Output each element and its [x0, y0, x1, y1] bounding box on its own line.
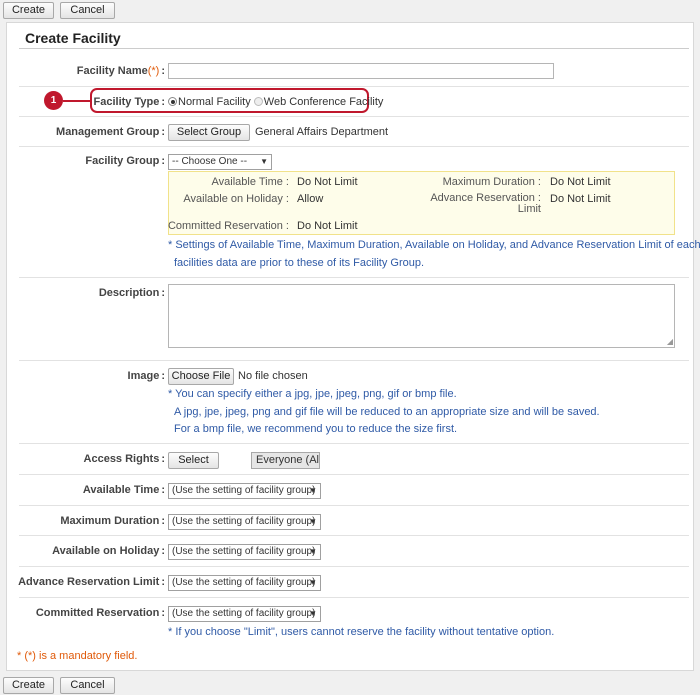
info-available-time-label: Available Time :	[211, 176, 289, 188]
required-mark: (*)	[147, 65, 160, 77]
info-advance-reservation-value: Do Not Limit	[550, 193, 611, 205]
management-group-label: Management Group:	[56, 126, 165, 138]
image-note-line2: A jpg, jpe, jpeg, png and gif file will …	[174, 406, 600, 418]
mandatory-field-note: * (*) is a mandatory field.	[17, 650, 138, 662]
info-committed-reservation-label: Committed Reservation :	[167, 220, 289, 232]
committed-reservation-note: * If you choose "Limit", users cannot re…	[168, 626, 555, 638]
select-group-button[interactable]: Select Group	[168, 124, 250, 141]
facility-group-note-line1: * Settings of Available Time, Maximum Du…	[168, 239, 700, 251]
choose-file-button[interactable]: Choose File	[168, 368, 234, 385]
available-time-label: Available Time:	[82, 484, 165, 496]
web-conference-facility-label[interactable]: Web Conference Facility	[264, 96, 384, 108]
page-title: Create Facility	[25, 30, 121, 46]
available-on-holiday-label: Available on Holiday:	[52, 545, 165, 557]
description-label: Description:	[98, 287, 165, 299]
title-divider	[19, 48, 689, 49]
facility-name-label: Facility Name(*):	[76, 65, 165, 77]
info-maximum-duration-label: Maximum Duration :	[442, 176, 541, 188]
image-label: Image:	[127, 370, 165, 382]
callout-line	[63, 100, 90, 102]
row-divider	[19, 360, 689, 361]
row-divider	[19, 505, 689, 506]
file-status: No file chosen	[238, 370, 308, 382]
info-available-on-holiday-value: Allow	[297, 193, 324, 205]
dropdown-arrow-icon: ▼	[260, 157, 268, 166]
dropdown-arrow-icon: ▼	[309, 578, 317, 587]
create-button-top[interactable]: Create	[3, 2, 54, 19]
facility-type-options: Normal Facility Web Conference Facility	[168, 96, 383, 108]
committed-reservation-label: Committed Reservation:	[35, 607, 165, 619]
image-note-line1: * You can specify either a jpg, jpe, jpe…	[168, 388, 457, 400]
dropdown-arrow-icon: ▼	[309, 547, 317, 556]
available-on-holiday-select[interactable]: (Use the setting of facility group) ▼	[168, 544, 321, 560]
cancel-button-bottom[interactable]: Cancel	[60, 677, 115, 694]
management-group-value: General Affairs Department	[255, 126, 389, 138]
cancel-button-top[interactable]: Cancel	[60, 2, 115, 19]
available-time-select[interactable]: (Use the setting of facility group) ▼	[168, 483, 321, 499]
dropdown-arrow-icon: ▼	[309, 609, 317, 618]
facility-group-note-line2: facilities data are prior to these of it…	[174, 257, 425, 269]
callout-marker: 1	[44, 91, 63, 110]
advance-reservation-limit-select[interactable]: (Use the setting of facility group) ▼	[168, 575, 321, 591]
description-textarea[interactable]: ◢	[168, 284, 675, 348]
row-divider	[19, 86, 689, 87]
info-maximum-duration-value: Do Not Limit	[550, 176, 611, 188]
dropdown-arrow-icon: ▼	[309, 486, 317, 495]
create-button-bottom[interactable]: Create	[3, 677, 54, 694]
access-rights-label: Access Rights:	[83, 453, 165, 465]
dropdown-arrow-icon: ▼	[309, 517, 317, 526]
maximum-duration-label: Maximum Duration:	[60, 515, 165, 527]
facility-group-select[interactable]: -- Choose One -- ▼	[168, 154, 272, 170]
row-divider	[19, 116, 689, 117]
image-note-line3: For a bmp file, we recommend you to redu…	[174, 423, 458, 435]
create-facility-panel: Create Facility Facility Name(*): 1 Faci…	[6, 22, 700, 671]
select-access-button[interactable]: Select	[168, 452, 219, 469]
row-divider	[19, 535, 689, 536]
row-divider	[19, 146, 689, 147]
row-divider	[19, 566, 689, 567]
row-divider	[19, 443, 689, 444]
facility-group-info-box: Available Time : Do Not Limit Maximum Du…	[168, 171, 675, 235]
info-advance-reservation-label: Advance Reservation : Limit	[430, 192, 541, 215]
radio-web-conference-facility[interactable]	[253, 97, 263, 106]
normal-facility-label[interactable]: Normal Facility	[178, 96, 251, 108]
maximum-duration-select[interactable]: (Use the setting of facility group) ▼	[168, 514, 321, 530]
facility-name-input[interactable]	[168, 63, 554, 79]
row-divider	[19, 597, 689, 598]
info-committed-reservation-value: Do Not Limit	[297, 220, 358, 232]
access-rights-value: Everyone (All Us...	[251, 452, 320, 469]
row-divider	[19, 474, 689, 475]
info-available-on-holiday-label: Available on Holiday :	[183, 193, 289, 205]
facility-group-label: Facility Group:	[85, 155, 165, 167]
facility-type-label: Facility Type:	[93, 96, 166, 108]
info-available-time-value: Do Not Limit	[297, 176, 358, 188]
radio-normal-facility[interactable]	[168, 97, 177, 106]
committed-reservation-select[interactable]: (Use the setting of facility group) ▼	[168, 606, 321, 622]
resize-handle-icon[interactable]: ◢	[667, 338, 673, 346]
row-divider	[19, 277, 689, 278]
advance-reservation-limit-label: Advance Reservation Limit:	[18, 576, 165, 588]
